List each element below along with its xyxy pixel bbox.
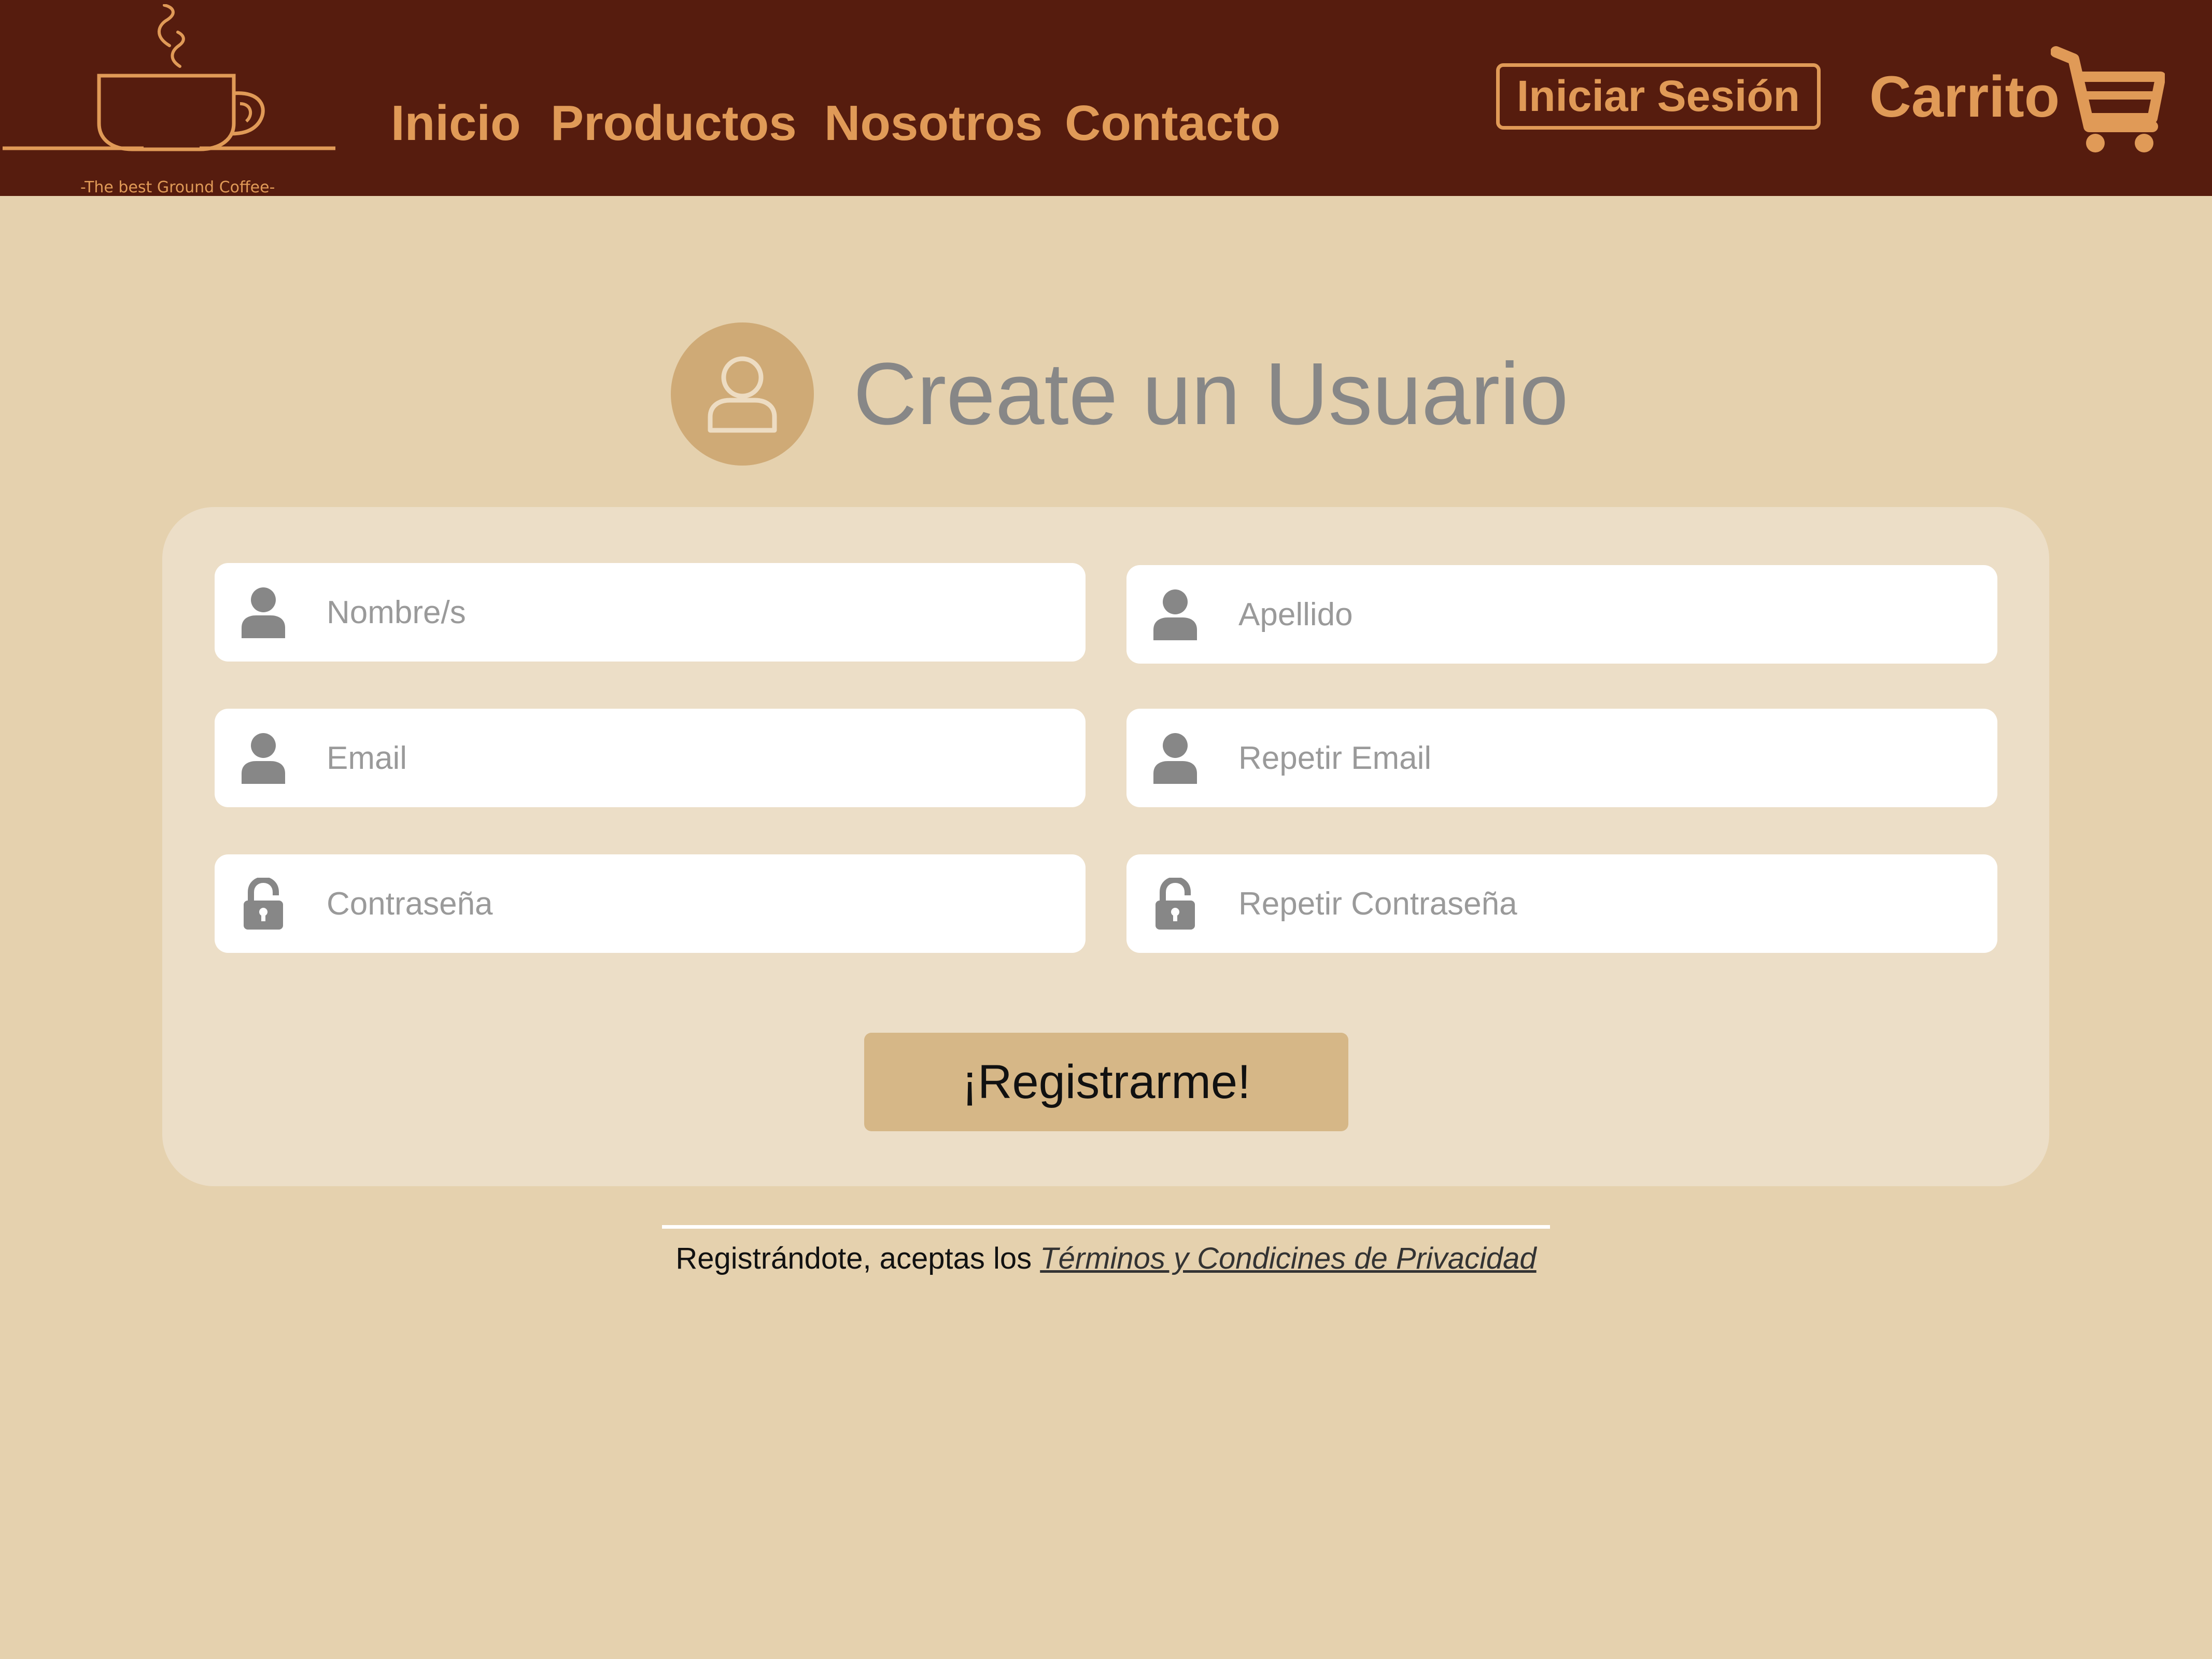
coffee-cup-icon [3,4,335,151]
repeat-email-field[interactable] [1126,709,1997,807]
email-input[interactable] [327,709,1063,807]
first-name-input[interactable] [327,563,1063,662]
nav-contacto[interactable]: Contacto [1065,92,1280,154]
page-title: Create un Usuario [853,345,1569,443]
registration-form: ¡Registrarme! [162,507,2049,1186]
user-icon [242,587,285,638]
top-header: -The best Ground Coffee- Inicio Producto… [0,0,2212,196]
last-name-field[interactable] [1126,565,1997,664]
nav-inicio[interactable]: Inicio [391,92,521,154]
cart-label: Carrito [1869,64,2060,129]
repeat-password-input[interactable] [1238,854,1975,953]
legal-text: Registrándote, aceptas los [675,1242,1040,1275]
register-button[interactable]: ¡Registrarme! [864,1033,1348,1131]
first-name-field[interactable] [215,563,1086,662]
password-input[interactable] [327,854,1063,953]
avatar [671,322,814,466]
user-icon [1153,589,1197,640]
page-title-row: Create un Usuario [671,322,1569,466]
terms-link[interactable]: Términos y Condicines de Privacidad [1040,1242,1536,1275]
legal-notice: Registrándote, aceptas los Términos y Co… [0,1241,2212,1276]
brand-logo[interactable]: -The best Ground Coffee- [3,4,339,196]
email-field[interactable] [215,709,1086,807]
repeat-password-field[interactable] [1126,854,1997,953]
nav-nosotros[interactable]: Nosotros [824,92,1042,154]
user-icon [242,733,285,784]
user-icon [1153,733,1197,784]
lock-icon [1156,878,1195,930]
repeat-email-input[interactable] [1238,709,1975,807]
cart-icon [2051,46,2165,152]
nav-productos[interactable]: Productos [551,92,797,154]
login-button[interactable]: Iniciar Sesión [1496,63,1821,130]
lock-icon [244,878,283,930]
divider [662,1225,1550,1229]
last-name-input[interactable] [1238,565,1975,664]
password-field[interactable] [215,854,1086,953]
user-outline-icon [708,356,777,433]
cart-button[interactable]: Carrito [1869,45,2165,153]
brand-tagline: -The best Ground Coffee- [80,178,275,196]
